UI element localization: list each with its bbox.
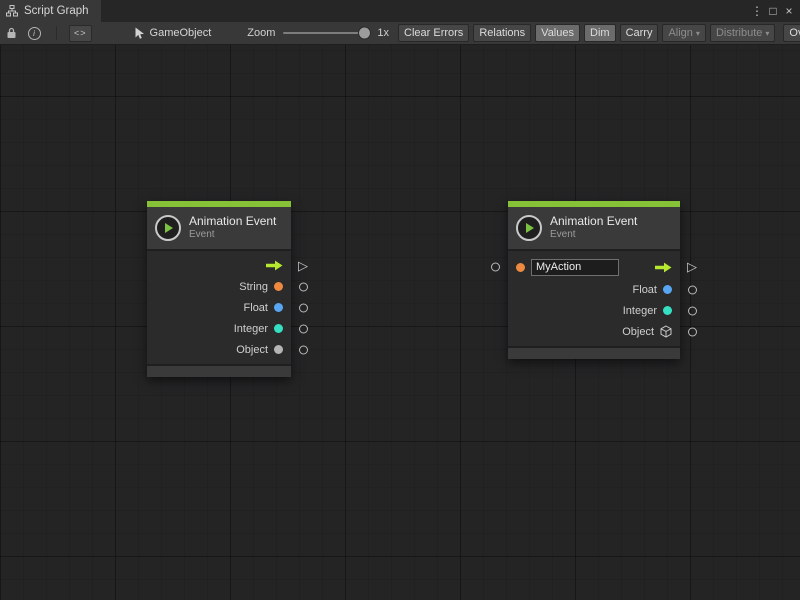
port-label: Object xyxy=(622,326,654,338)
object-port-row: Object xyxy=(508,321,680,342)
script-graph-window: Script Graph ⋮ □ × i <> GameObject xyxy=(0,0,800,600)
zoom-value: 1x xyxy=(377,27,389,39)
tab-title: Script Graph xyxy=(24,5,89,17)
object-output-port[interactable] xyxy=(688,327,697,336)
object-port-row: Object xyxy=(147,339,291,360)
flow-arrow-icon xyxy=(266,260,283,271)
action-input-port[interactable] xyxy=(491,263,500,272)
cube-icon xyxy=(660,325,672,338)
string-port-row: String xyxy=(147,276,291,297)
gameobject-label: GameObject xyxy=(150,27,212,39)
window-controls: ⋮ □ × xyxy=(749,0,800,22)
float-dot-icon xyxy=(663,285,672,294)
info-icon: i xyxy=(28,27,41,40)
window-menu-button[interactable]: ⋮ xyxy=(749,0,765,22)
event-play-icon xyxy=(155,215,181,241)
float-port-row: Float xyxy=(508,279,680,300)
carry-button[interactable]: Carry xyxy=(620,24,659,42)
code-icon: <> xyxy=(74,28,87,38)
action-name-row: ▷ xyxy=(508,255,680,279)
port-label: Float xyxy=(633,284,657,296)
node-title: Animation Event xyxy=(189,214,276,228)
toolbar-divider xyxy=(56,26,57,40)
integer-output-port[interactable] xyxy=(299,324,308,333)
tab-bar: Script Graph ⋮ □ × xyxy=(0,0,800,22)
integer-port-row: Integer xyxy=(147,318,291,339)
flow-output-port[interactable]: ▷ xyxy=(687,260,697,273)
node-body: ▷ String Float Integer xyxy=(147,249,291,364)
float-output-port[interactable] xyxy=(299,303,308,312)
close-button[interactable]: × xyxy=(781,0,797,22)
flow-port-row: ▷ xyxy=(147,255,291,276)
zoom-label: Zoom xyxy=(247,27,275,39)
flow-arrow-icon xyxy=(655,262,672,273)
graph-canvas[interactable]: Animation Event Event ▷ String Floa xyxy=(0,45,800,600)
animation-event-node-2[interactable]: Animation Event Event ▷ Float xyxy=(508,201,680,359)
integer-dot-icon xyxy=(274,324,283,333)
gameobject-indicator[interactable]: GameObject xyxy=(134,27,212,40)
maximize-button[interactable]: □ xyxy=(765,0,781,22)
integer-output-port[interactable] xyxy=(688,306,697,315)
port-label: Float xyxy=(244,302,268,314)
port-label: Integer xyxy=(623,305,657,317)
relations-button[interactable]: Relations xyxy=(473,24,531,42)
info-button[interactable]: i xyxy=(26,25,42,41)
port-label: String xyxy=(239,281,268,293)
float-output-port[interactable] xyxy=(688,285,697,294)
lock-button[interactable] xyxy=(3,25,19,41)
node-header[interactable]: Animation Event Event xyxy=(147,207,291,249)
port-label: Object xyxy=(236,344,268,356)
float-dot-icon xyxy=(274,303,283,312)
object-output-port[interactable] xyxy=(299,345,308,354)
node-title: Animation Event xyxy=(550,214,637,228)
action-name-input[interactable] xyxy=(531,259,619,276)
integer-port-row: Integer xyxy=(508,300,680,321)
node-body: ▷ Float Integer Object xyxy=(508,249,680,346)
chevron-down-icon: ▾ xyxy=(765,29,769,38)
string-dot-icon xyxy=(274,282,283,291)
align-button[interactable]: Align ▾ xyxy=(662,24,705,42)
port-label: Integer xyxy=(234,323,268,335)
node-footer xyxy=(147,364,291,377)
animation-event-node-1[interactable]: Animation Event Event ▷ String Floa xyxy=(147,201,291,377)
string-dot-icon xyxy=(516,263,525,272)
node-footer xyxy=(508,346,680,359)
node-subtitle: Event xyxy=(550,229,637,241)
tab-script-graph[interactable]: Script Graph xyxy=(0,0,101,22)
object-dot-icon xyxy=(274,345,283,354)
values-button[interactable]: Values xyxy=(535,24,580,42)
clear-errors-button[interactable]: Clear Errors xyxy=(398,24,469,42)
integer-dot-icon xyxy=(663,306,672,315)
lock-icon xyxy=(6,27,17,39)
float-port-row: Float xyxy=(147,297,291,318)
zoom-slider[interactable] xyxy=(283,32,369,34)
node-header[interactable]: Animation Event Event xyxy=(508,207,680,249)
dim-button[interactable]: Dim xyxy=(584,24,616,42)
cursor-icon xyxy=(134,27,145,40)
overview-button[interactable]: Overv xyxy=(783,24,800,42)
graph-toolbar: i <> GameObject Zoom 1x Clear Errors Rel… xyxy=(0,22,800,45)
zoom-handle[interactable] xyxy=(358,27,371,40)
code-button[interactable]: <> xyxy=(69,25,92,42)
string-output-port[interactable] xyxy=(299,282,308,291)
flow-output-port[interactable]: ▷ xyxy=(298,259,308,272)
node-subtitle: Event xyxy=(189,229,276,241)
distribute-button[interactable]: Distribute ▾ xyxy=(710,24,775,42)
script-graph-icon xyxy=(6,5,18,17)
event-play-icon xyxy=(516,215,542,241)
chevron-down-icon: ▾ xyxy=(696,29,700,38)
